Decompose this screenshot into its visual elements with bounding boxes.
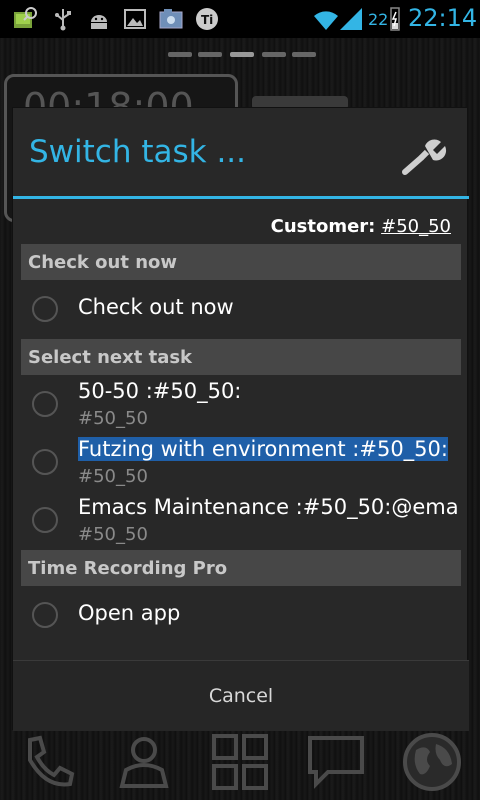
customer-label: Customer: xyxy=(270,216,376,237)
section-label: Select next task xyxy=(28,347,193,368)
task-title: Futzing with environment :#50_50: xyxy=(78,437,461,461)
option-open-app[interactable]: Open app xyxy=(21,590,461,640)
customer-line: Customer: #50_50 xyxy=(271,216,451,237)
people-icon xyxy=(119,737,169,788)
section-header-check-out: Check out now xyxy=(21,244,461,280)
page-dot xyxy=(262,52,286,57)
titanium-icon: Ti xyxy=(196,8,218,30)
apps-icon xyxy=(212,734,268,790)
home-dock xyxy=(0,726,480,800)
radio-button[interactable] xyxy=(32,602,58,628)
page-dot-active xyxy=(230,52,254,57)
radio-button[interactable] xyxy=(32,449,58,475)
radio-button[interactable] xyxy=(32,507,58,533)
section-label: Check out now xyxy=(28,252,178,273)
screenshot-icon xyxy=(159,9,183,29)
option-title: Open app xyxy=(78,601,181,625)
customer-link[interactable]: #50_50 xyxy=(381,216,451,237)
task-title: Emacs Maintenance :#50_50:@ema xyxy=(78,495,459,519)
image-icon xyxy=(124,9,146,29)
option-check-out-now[interactable]: Check out now xyxy=(21,284,461,334)
radio-button[interactable] xyxy=(32,296,58,322)
section-label: Time Recording Pro xyxy=(28,558,228,579)
section-header-time-recording-pro: Time Recording Pro xyxy=(21,550,461,586)
task-row[interactable]: Emacs Maintenance :#50_50:@ema #50_50 xyxy=(21,492,461,550)
status-bar: Ti 22 22:14 xyxy=(0,0,480,38)
android-debug-icon xyxy=(91,15,107,29)
usb-icon xyxy=(55,9,71,31)
task-row[interactable]: 50-50 :#50_50: #50_50 xyxy=(21,376,461,434)
task-row-selected[interactable]: Futzing with environment :#50_50: #50_50 xyxy=(21,434,461,492)
task-title: 50-50 :#50_50: xyxy=(78,379,242,403)
cancel-button[interactable]: Cancel xyxy=(13,661,469,732)
clock-time: 22:14 xyxy=(408,4,478,32)
task-subtitle: #50_50 xyxy=(78,524,148,545)
home-page-indicator xyxy=(168,52,316,58)
section-header-select-next-task: Select next task xyxy=(21,339,461,375)
radio-button[interactable] xyxy=(32,391,58,417)
title-divider xyxy=(13,196,469,199)
gallery-icon xyxy=(14,7,37,28)
signal-icon xyxy=(340,8,362,30)
screen: Ti 22 22:14 00:18:00 xyxy=(0,0,480,800)
wifi-icon xyxy=(314,11,338,30)
dialog-button-bar: Cancel xyxy=(13,660,469,731)
battery-percent: 22 xyxy=(368,10,389,29)
task-subtitle: #50_50 xyxy=(78,466,148,487)
messaging-icon xyxy=(308,736,364,789)
task-title-text: Futzing with environment :#50_50: xyxy=(78,437,448,461)
option-title: Check out now xyxy=(78,295,234,319)
page-dot xyxy=(198,52,222,57)
switch-task-dialog: Switch task ... Customer: #50_50 Check o… xyxy=(12,107,469,731)
dialog-title: Switch task ... xyxy=(29,134,247,170)
page-dot xyxy=(292,52,316,57)
browser-icon xyxy=(403,733,461,791)
task-subtitle: #50_50 xyxy=(78,408,148,429)
page-dot xyxy=(168,52,192,57)
settings-wrench-icon[interactable] xyxy=(399,132,447,180)
battery-icon xyxy=(390,7,400,31)
svg-text:Ti: Ti xyxy=(201,13,213,27)
phone-icon xyxy=(28,735,75,787)
